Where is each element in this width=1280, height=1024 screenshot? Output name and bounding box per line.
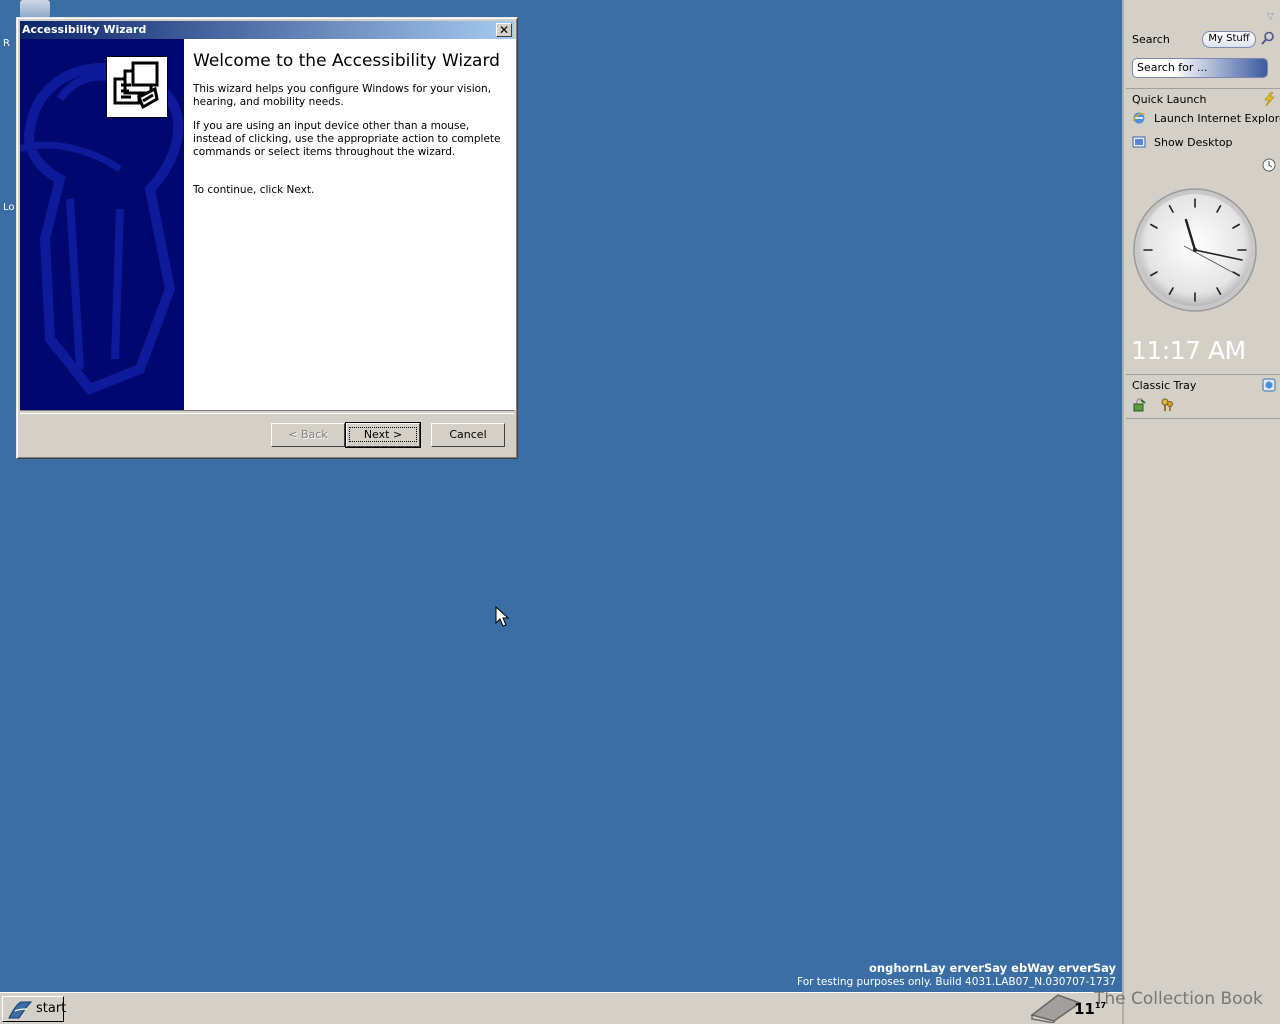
mouse-cursor-icon <box>495 606 509 627</box>
desktop-icon-label-partial: R <box>3 38 10 49</box>
input-device-paragraph: If you are using an input device other t… <box>193 120 501 158</box>
wizard-side-banner <box>20 39 184 410</box>
my-stuff-button[interactable]: My Stuff <box>1202 31 1256 48</box>
back-button-label: < Back <box>288 428 328 441</box>
accessibility-wizard-window: Accessibility Wizard ✕ Welcome to the Ac… <box>16 17 518 459</box>
cancel-button-label: Cancel <box>449 428 487 441</box>
cancel-button[interactable]: Cancel <box>431 423 505 447</box>
launch-internet-explorer-link[interactable]: Launch Internet Explorer <box>1132 111 1280 127</box>
launch-internet-explorer-label: Launch Internet Explorer <box>1154 112 1280 125</box>
taskbar: start <box>0 992 1122 1024</box>
next-button-label: Next > <box>348 427 418 442</box>
start-button[interactable]: start <box>2 996 67 1022</box>
collection-book-overlay: The Collection Book <box>1094 989 1263 1009</box>
internet-explorer-icon <box>1132 111 1146 125</box>
sidebar: ▽ Search My Stuff Search for ... Quick L… <box>1122 0 1280 1024</box>
tile-divider <box>1126 88 1280 89</box>
digital-clock-time: 11:17 AM <box>1131 336 1246 365</box>
button-separator <box>20 410 514 414</box>
classic-tray-title: Classic Tray <box>1132 379 1197 392</box>
show-desktop-label: Show Desktop <box>1154 136 1233 149</box>
next-button[interactable]: Next > <box>345 422 421 448</box>
windows-flag-icon <box>8 1001 33 1019</box>
search-tile-title: Search <box>1132 33 1170 46</box>
continue-instruction: To continue, click Next. <box>193 184 315 196</box>
classic-tray-options-icon[interactable] <box>1262 378 1276 392</box>
clock-tile-icon[interactable] <box>1262 158 1276 172</box>
desktop-icon-partial[interactable] <box>20 0 50 18</box>
sidebar-options-chevron-icon[interactable]: ▽ <box>1267 12 1274 22</box>
intro-paragraph: This wizard helps you configure Windows … <box>193 83 492 108</box>
tile-divider <box>1126 418 1280 419</box>
show-desktop-link[interactable]: Show Desktop <box>1132 135 1280 151</box>
accessibility-logo-icon <box>106 56 168 118</box>
back-button[interactable]: < Back <box>271 423 345 447</box>
wizard-heading: Welcome to the Accessibility Wizard <box>193 51 500 71</box>
lightning-icon[interactable] <box>1262 92 1276 106</box>
analog-clock <box>1133 188 1257 312</box>
show-desktop-icon <box>1132 135 1146 149</box>
build-watermark-title: onghornLay erverSay ebWay erverSay <box>869 961 1116 975</box>
search-input[interactable]: Search for ... <box>1132 58 1268 78</box>
window-title: Accessibility Wizard <box>22 23 147 36</box>
tray-keys-icon[interactable] <box>1160 398 1174 412</box>
tray-network-icon[interactable] <box>1132 398 1146 412</box>
title-bar[interactable]: Accessibility Wizard ✕ <box>20 21 514 39</box>
taskbar-clock-hour: 11 <box>1074 1000 1095 1018</box>
quick-launch-title: Quick Launch <box>1132 93 1207 106</box>
desktop-icon-label-partial: Lo <box>3 202 15 213</box>
tile-divider <box>1126 374 1280 375</box>
search-icon[interactable] <box>1261 31 1275 45</box>
wizard-content: Welcome to the Accessibility Wizard This… <box>184 39 516 410</box>
start-label: start <box>36 1001 67 1016</box>
close-icon: ✕ <box>498 23 510 37</box>
close-button[interactable]: ✕ <box>496 23 512 37</box>
